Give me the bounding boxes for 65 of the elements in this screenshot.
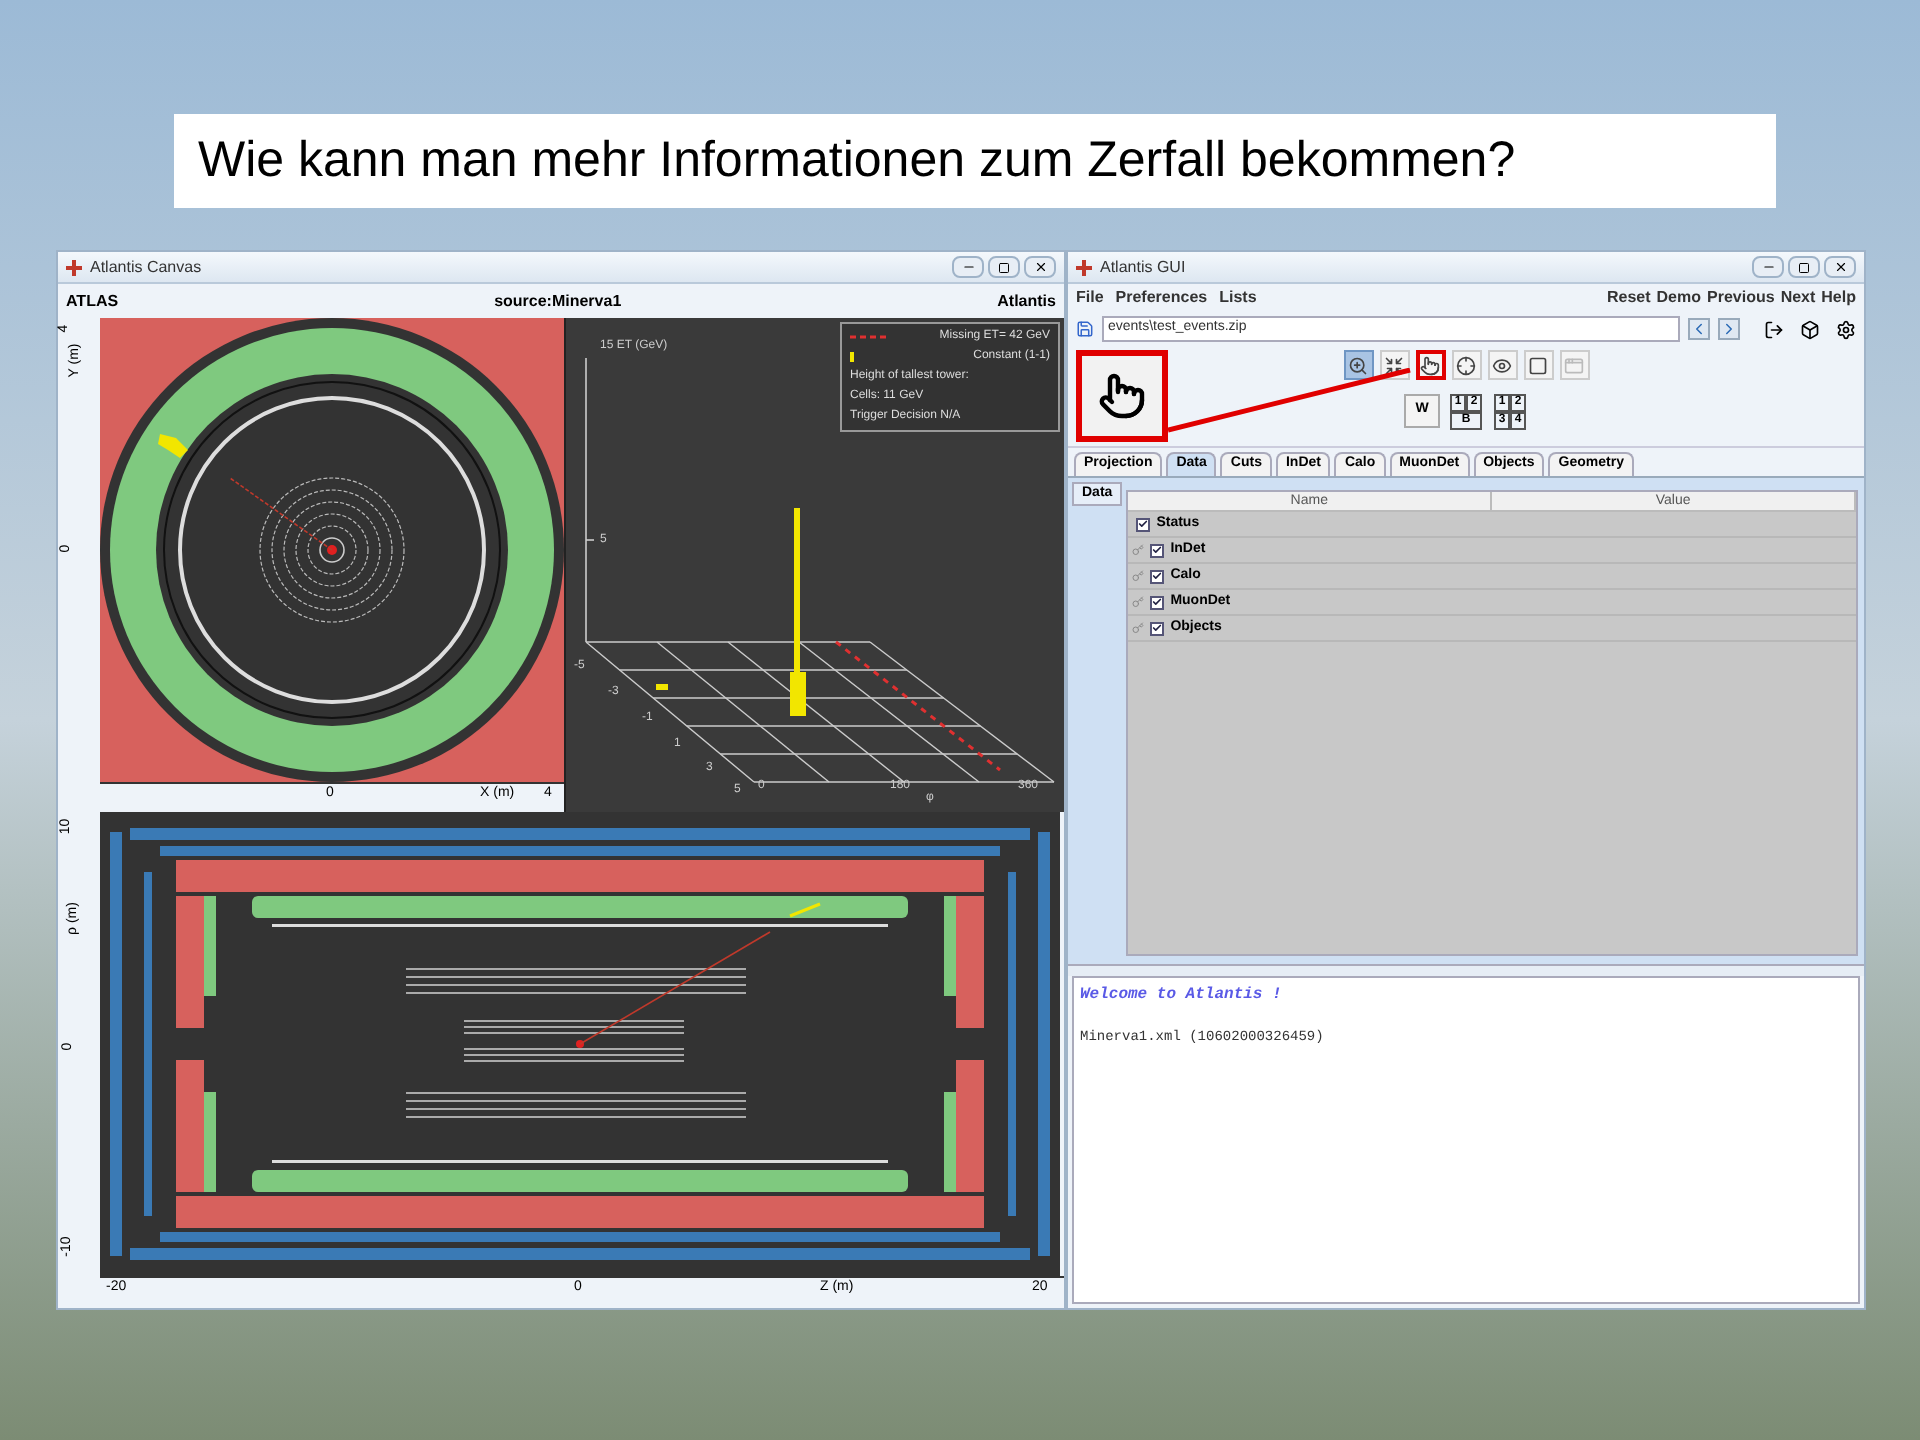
expand-key-icon (1132, 596, 1145, 608)
arrows-icon (1384, 355, 1404, 375)
crosshair-icon (1456, 355, 1476, 375)
settings-icon (1836, 319, 1856, 339)
previous-button[interactable] (1688, 318, 1710, 340)
next-button[interactable] (1718, 318, 1740, 340)
menu-item[interactable]: Reset (1606, 286, 1651, 310)
expand-key-icon (1132, 622, 1145, 634)
header-text: source:Minerva1 (494, 289, 622, 313)
menu-item[interactable]: Lists (1219, 286, 1257, 310)
square-icon (1528, 355, 1548, 375)
expand-key-icon (1132, 570, 1145, 582)
checkbox[interactable] (1150, 543, 1165, 557)
export-button[interactable] (1764, 319, 1784, 339)
settings-button[interactable] (1836, 319, 1856, 339)
minimize-button[interactable] (952, 256, 984, 278)
cross-icon (66, 259, 82, 275)
checkbox[interactable] (1150, 621, 1165, 635)
maximize-icon (1798, 261, 1810, 273)
close-icon (1833, 260, 1847, 274)
minimize-icon (1761, 260, 1775, 274)
dashed-line-icon (850, 333, 886, 339)
tool-button[interactable] (1343, 350, 1373, 380)
energy-marker-icon (656, 684, 668, 690)
eye-icon (1492, 355, 1512, 375)
maximize-button[interactable] (988, 256, 1020, 278)
console-line: Welcome to Atlantis ! (1080, 984, 1284, 1008)
minimize-button[interactable] (1752, 256, 1784, 278)
menu-item[interactable]: File (1076, 286, 1104, 310)
header-text: Atlantis (997, 289, 1056, 313)
close-icon (1033, 260, 1047, 274)
menu-item[interactable]: Demo (1656, 286, 1702, 310)
exit-arrow-icon (1764, 319, 1784, 339)
tower-marker-icon (850, 351, 854, 361)
window-icon (1564, 355, 1584, 375)
check-icon (1152, 570, 1163, 582)
maximize-icon (998, 261, 1010, 273)
checkbox[interactable] (1136, 517, 1151, 531)
expand-key-icon (1132, 544, 1145, 556)
slide-title: Wie kann man mehr Informationen zum Zerfall bekommen? (174, 114, 1776, 208)
close-button[interactable] (1024, 256, 1056, 278)
box-button[interactable] (1800, 319, 1820, 339)
window-title: Atlantis GUI (1100, 255, 1186, 279)
magnifier-icon (1348, 355, 1368, 375)
close-button[interactable] (1824, 256, 1856, 278)
cross-icon (1076, 259, 1092, 275)
menu-item[interactable]: Preferences (1115, 286, 1208, 310)
tool-button[interactable] (1415, 350, 1445, 380)
check-icon (1152, 544, 1163, 556)
hand-pointer-icon (1420, 355, 1440, 375)
minimize-icon (961, 260, 975, 274)
checkbox[interactable] (1150, 569, 1165, 583)
header-text: ATLAS (66, 289, 119, 313)
hand-pointer-icon (1098, 372, 1146, 420)
box-icon (1800, 319, 1820, 339)
menu-item[interactable]: Previous (1707, 286, 1775, 310)
checkbox[interactable] (1150, 595, 1165, 609)
menu-item[interactable]: Help (1821, 286, 1856, 310)
window-title: Atlantis Canvas (90, 255, 202, 279)
maximize-button[interactable] (1788, 256, 1820, 278)
menu-item[interactable]: Next (1780, 286, 1816, 310)
check-icon (1138, 518, 1149, 530)
check-icon (1152, 622, 1163, 634)
check-icon (1152, 596, 1163, 608)
save-icon (1076, 320, 1094, 338)
